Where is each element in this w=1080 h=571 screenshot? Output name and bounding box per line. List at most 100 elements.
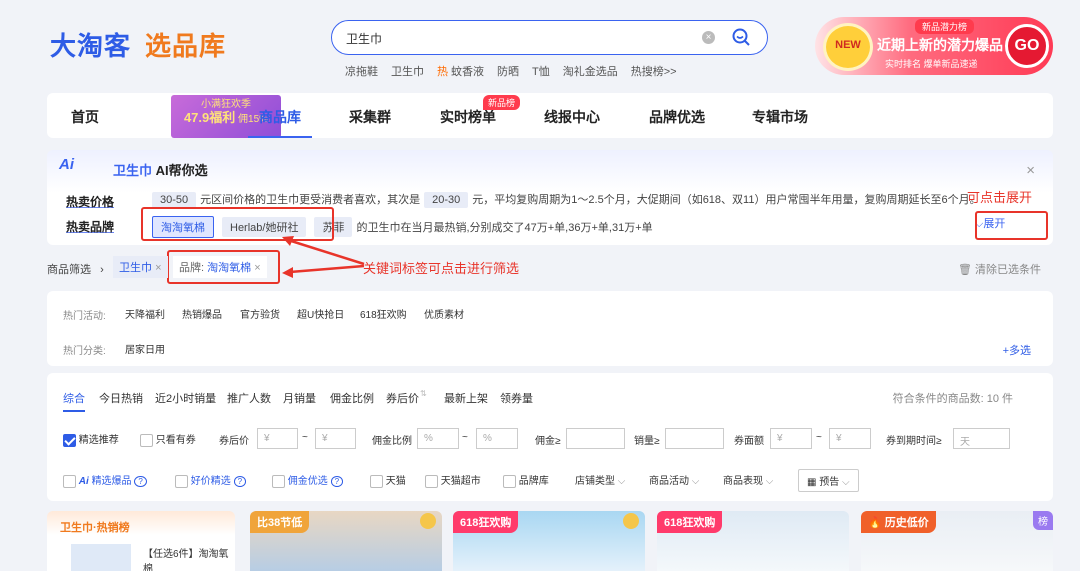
activity-item[interactable]: 优质素材 <box>424 306 464 321</box>
nav-item-news[interactable]: 线报中心 <box>544 107 600 127</box>
performance-dropdown[interactable]: 商品表现 ⌵ <box>723 472 773 487</box>
activity-item[interactable]: 超U快抢日 <box>297 306 344 321</box>
chip-close-icon[interactable]: × <box>155 262 161 274</box>
promo-banner[interactable]: NEW 新品潜力榜 近期上新的潜力爆品 实时排名 爆单新品速递 GO <box>815 17 1053 75</box>
promo-line2: 47.9福利 <box>183 110 236 125</box>
price-min-input[interactable]: ¥ <box>257 428 298 449</box>
search-input[interactable]: 卫生巾 <box>346 30 382 47</box>
help-icon[interactable]: ? <box>134 476 147 487</box>
sort-panel: 综合 今日热销 近2小时销量 推广人数 月销量 佣金比例 券后价 ⇅ 最新上架 … <box>47 373 1053 501</box>
chip-keyword-label: 卫生巾 <box>119 262 152 274</box>
activity-item[interactable]: 618狂欢购 <box>360 306 407 321</box>
sort-tab[interactable]: 今日热销 <box>99 390 143 406</box>
chevron-down-icon: ⌵ <box>765 476 774 487</box>
commission-amount-input[interactable] <box>566 428 625 449</box>
hot-word[interactable]: 防晒 <box>497 63 519 79</box>
checkbox-icon <box>175 474 188 488</box>
card-tag: 🔥 历史低价 <box>861 511 936 533</box>
brand-lib-checkbox[interactable]: 品牌库 <box>503 472 549 488</box>
filter-chip-brand[interactable]: 品牌: 淘淘氧棉 × <box>173 256 267 278</box>
good-price-checkbox[interactable]: 好价精选 ? <box>175 472 247 488</box>
clear-search-icon[interactable]: × <box>702 31 715 44</box>
price-chip[interactable]: 30-50 <box>152 192 197 208</box>
chip-close-icon[interactable]: × <box>254 262 260 274</box>
sort-tab[interactable]: 最新上架 <box>444 390 488 406</box>
close-icon[interactable]: × <box>1026 162 1035 179</box>
expiry-input[interactable]: 天 <box>953 428 1010 449</box>
chip-brand-key: 品牌: <box>179 262 205 274</box>
sort-tab[interactable]: 推广人数 <box>227 390 271 406</box>
sort-tab[interactable]: 近2小时销量 <box>155 390 216 406</box>
commission-pick-checkbox[interactable]: 佣金优选 ? <box>272 472 344 488</box>
crumb-label: 商品筛选 <box>47 264 91 276</box>
recommend-checkbox[interactable]: 精选推荐 <box>63 431 119 447</box>
tmall-mart-checkbox[interactable]: 天猫超市 <box>425 472 481 488</box>
nav-item-collect[interactable]: 采集群 <box>349 107 391 127</box>
sort-tab[interactable]: 综合 <box>63 390 85 406</box>
product-title: 【任选6件】淘淘氧棉 <box>143 549 229 571</box>
nav-item-home[interactable]: 首页 <box>71 107 99 127</box>
price-chip[interactable]: 20-30 <box>424 192 469 208</box>
logo[interactable]: 大淘客 选品库 <box>50 26 226 63</box>
activity-item[interactable]: 官方验货 <box>240 306 280 321</box>
category-item[interactable]: 居家日用 <box>125 341 165 356</box>
coupon-min-input[interactable]: ¥ <box>770 428 812 449</box>
price-max-input[interactable]: ¥ <box>315 428 356 449</box>
hot-word[interactable]: T恤 <box>532 63 550 79</box>
multi-select-button[interactable]: +多选 <box>1003 342 1031 358</box>
chevron-down-icon: ⌵ <box>617 476 626 487</box>
product-card[interactable]: 卫生巾·热销榜 【任选6件】淘淘氧棉 <box>47 511 235 571</box>
hot-word[interactable]: 凉拖鞋 <box>345 63 378 79</box>
activity-item[interactable]: 热销爆品 <box>182 306 222 321</box>
category-label: 热门分类: <box>63 346 106 357</box>
logo-part2: 选品库 <box>145 31 227 61</box>
coupon-max-input[interactable]: ¥ <box>829 428 871 449</box>
coupon-only-checkbox[interactable]: 只看有券 <box>140 431 196 447</box>
nav-active-indicator <box>248 136 312 138</box>
brand-lib-label: 品牌库 <box>518 476 549 487</box>
hot-word[interactable]: 淘礼金选品 <box>563 63 618 79</box>
go-button[interactable]: GO <box>1005 24 1049 68</box>
search-icon[interactable] <box>731 27 751 47</box>
nav-item-realtime[interactable]: 实时榜单 <box>440 107 496 127</box>
clear-filters-button[interactable]: 🗑 清除已选条件 <box>958 261 1041 277</box>
sort-tab[interactable]: 佣金比例 <box>330 390 374 406</box>
hot-word[interactable]: 蚊香液 <box>451 63 484 79</box>
card-tag: 618狂欢购 <box>453 511 519 533</box>
activity-item[interactable]: 天降福利 <box>125 306 165 321</box>
sort-tab[interactable]: 券后价 <box>386 390 419 406</box>
commission-min-input[interactable]: % <box>417 428 459 449</box>
sort-tab[interactable]: 领券量 <box>500 390 533 406</box>
activity-dropdown[interactable]: 商品活动 ⌵ <box>649 472 699 487</box>
commission-max-input[interactable]: % <box>476 428 518 449</box>
annotation-box-expand <box>975 211 1048 240</box>
ai-title: 卫生巾 AI帮你选 <box>113 160 208 179</box>
ai-pick-checkbox[interactable]: Ai 精选爆品 ? <box>63 472 147 488</box>
sales-input[interactable] <box>665 428 724 449</box>
product-card[interactable]: 比38节低 <box>250 511 442 571</box>
product-card[interactable]: 618狂欢购 <box>657 511 849 571</box>
nav-item-brands[interactable]: 品牌优选 <box>649 107 705 127</box>
hot-word[interactable]: 卫生巾 <box>391 63 424 79</box>
banner-title: 近期上新的潜力爆品 <box>877 37 1003 53</box>
performance-label: 商品表现 <box>723 476 763 487</box>
sort-tab[interactable]: 月销量 <box>283 390 316 406</box>
filter-chip-keyword[interactable]: 卫生巾 × <box>113 256 168 278</box>
checkbox-icon <box>425 474 438 488</box>
nav-item-products[interactable]: 商品库 <box>259 107 301 127</box>
logo-part1: 大淘客 <box>50 31 132 61</box>
search-box[interactable]: 卫生巾 × <box>331 20 768 55</box>
product-card[interactable]: 618狂欢购 <box>453 511 645 571</box>
hot-word[interactable]: 热搜榜>> <box>631 63 677 79</box>
help-icon[interactable]: ? <box>330 476 344 487</box>
nav-item-albums[interactable]: 专辑市场 <box>752 107 808 127</box>
tmall-checkbox[interactable]: 天猫 <box>370 472 406 488</box>
annotation-filter-note: 关键词标签可点击进行筛选 <box>363 261 520 276</box>
chip-brand-value: 淘淘氧棉 <box>207 262 252 274</box>
shop-type-dropdown[interactable]: 店铺类型 ⌵ <box>575 472 625 487</box>
product-card[interactable]: 🔥 历史低价 榜 <box>861 511 1053 571</box>
recommend-label: 精选推荐 <box>78 435 119 446</box>
help-icon[interactable]: ? <box>233 476 247 487</box>
preview-dropdown[interactable]: ▦ 预告 ⌵ <box>798 469 859 492</box>
price-text: 元，平均复购周期为1～2.5个月，大促期间（如618、双11）用户常囤半年用量，… <box>472 194 981 206</box>
